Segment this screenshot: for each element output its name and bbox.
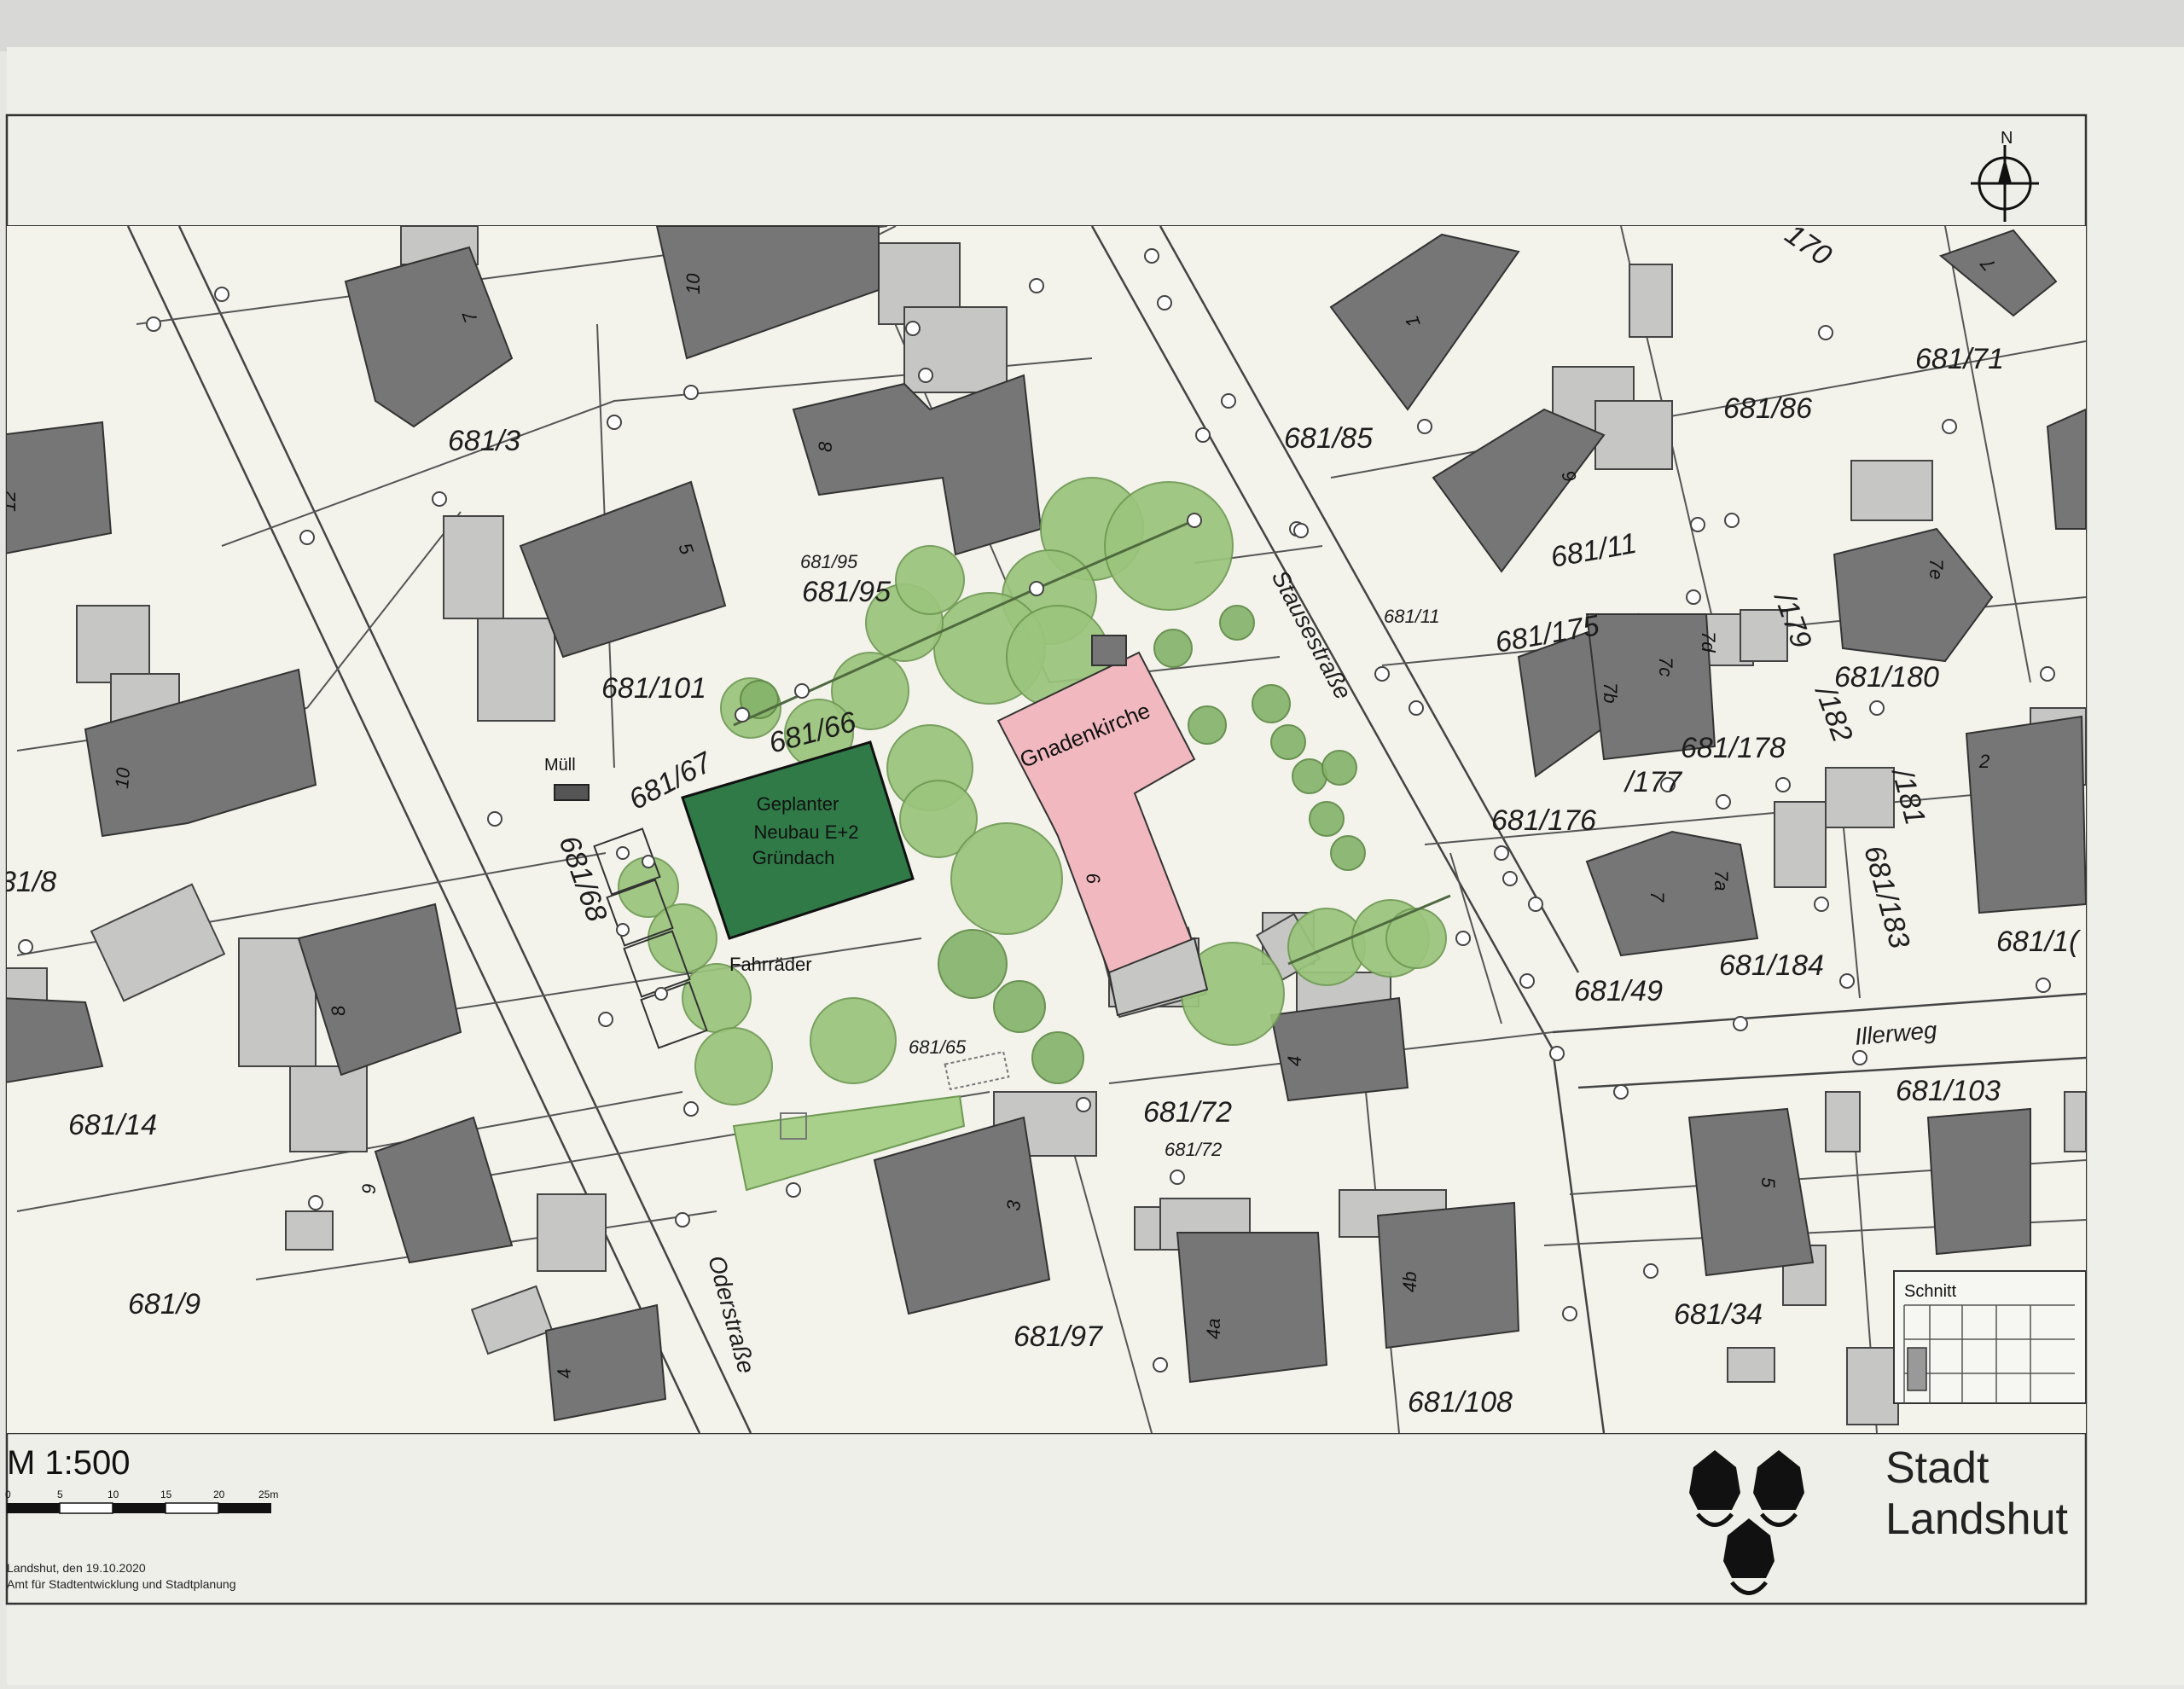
- footer-date: Landshut, den 19.10.2020: [7, 1561, 146, 1575]
- footer-office: Amt für Stadtentwicklung und Stadtplanun…: [7, 1577, 236, 1591]
- parcel-681-108: 681/108: [1408, 1386, 1513, 1419]
- parcel-681-95-small: 681/95: [800, 551, 858, 572]
- house-number: 8: [815, 441, 836, 452]
- parcel-681-101: 681/101: [601, 672, 706, 705]
- section-label: Schnitt: [1904, 1282, 1957, 1301]
- scale-tick-25: 25m: [258, 1489, 278, 1500]
- parcel-681-1x: 681/1(: [1996, 926, 2082, 958]
- house-number: 2: [1978, 751, 1989, 772]
- parcel-681-176: 681/176: [1491, 804, 1596, 837]
- house-number: 12: [0, 491, 20, 512]
- parcel-681-184: 681/184: [1719, 949, 1824, 982]
- scan-top-edge: [0, 0, 2184, 51]
- house-number: 7b: [1600, 682, 1621, 703]
- parcel-681-9: 681/9: [128, 1288, 200, 1320]
- new-building-label-3: Gründach: [752, 847, 835, 868]
- new-building-label-2: Neubau E+2: [754, 821, 859, 843]
- scale-tick-10: 10: [107, 1489, 119, 1500]
- parcel-681-14: 681/14: [68, 1109, 157, 1141]
- house-number: 10: [682, 273, 704, 294]
- house-number: 7a: [1711, 870, 1732, 891]
- scale-tick-15: 15: [160, 1489, 172, 1500]
- north-label: N: [2001, 129, 2013, 148]
- scale-tick-0: 0: [5, 1489, 11, 1500]
- site-plan-map: Geplanter Neubau E+2 Gründach Fahrräder …: [0, 0, 2184, 1685]
- parcel-681-97: 681/97: [1014, 1320, 1103, 1353]
- parcel-681-49: 681/49: [1574, 975, 1663, 1007]
- city-name-line1: Stadt: [1885, 1443, 1989, 1493]
- bikes-label: Fahrräder: [729, 954, 812, 975]
- scale-label: M 1:500: [7, 1444, 131, 1482]
- parcel-681-65: 681/65: [909, 1036, 967, 1058]
- parcel-681-3: 681/3: [448, 425, 520, 457]
- house-number: 9: [358, 1184, 380, 1194]
- city-name-line2: Landshut: [1885, 1495, 2069, 1544]
- house-number: 7c: [1655, 657, 1676, 676]
- scale-tick-5: 5: [57, 1489, 63, 1500]
- house-number: 7: [1647, 891, 1668, 903]
- waste-label: Müll: [544, 756, 576, 775]
- waste-bin: [554, 784, 590, 801]
- house-number: 4: [1284, 1056, 1305, 1066]
- house-number: 5: [1757, 1177, 1779, 1188]
- parcel-681-85: 681/85: [1284, 422, 1373, 455]
- parcel-681-71: 681/71: [1915, 343, 2004, 375]
- parcel-681-8: 31/8: [0, 866, 56, 898]
- scale-tick-20: 20: [213, 1489, 225, 1500]
- church-tower: [1091, 635, 1127, 666]
- parcel-681-86: 681/86: [1723, 392, 1812, 425]
- parcel-681-180: 681/180: [1834, 661, 1939, 694]
- house-number: 4b: [1399, 1272, 1420, 1292]
- parcel-681-11-small: 681/11: [1384, 606, 1440, 627]
- parcel-681-178: 681/178: [1681, 732, 1786, 764]
- parcel-681-103: 681/103: [1896, 1075, 2001, 1107]
- parcel-681-34: 681/34: [1674, 1298, 1763, 1331]
- new-building-label-1: Geplanter: [757, 793, 839, 815]
- parcel-681-72: 681/72: [1143, 1096, 1232, 1129]
- house-number: 7d: [1698, 631, 1719, 653]
- parcel-681-95: 681/95: [802, 576, 891, 608]
- parcel-681-177: /177: [1623, 766, 1682, 798]
- house-number: 4a: [1203, 1319, 1224, 1339]
- house-number: 7e: [1926, 559, 1947, 579]
- section-box: Schnitt: [1893, 1270, 2086, 1404]
- map-content: Geplanter Neubau E+2 Gründach Fahrräder …: [0, 226, 2086, 1433]
- house-number: 10: [111, 766, 134, 789]
- parcel-681-72-small: 681/72: [1165, 1139, 1222, 1160]
